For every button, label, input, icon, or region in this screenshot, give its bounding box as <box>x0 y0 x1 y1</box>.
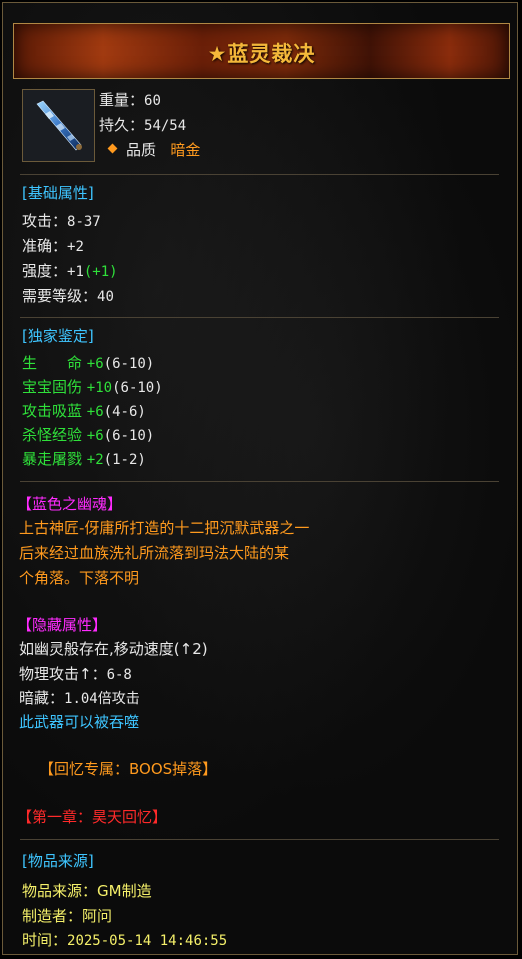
lore-title: 【蓝色之幽魂】 <box>17 495 123 513</box>
source-section-title: [物品来源] <box>22 852 94 870</box>
chapter-note: 【第一章：昊天回忆】 <box>17 808 168 826</box>
strength-bonus: (+1) <box>83 264 118 280</box>
lore-line: 后来经过血族洗礼所流落到玛法大陆的某 <box>19 544 290 562</box>
source-value: GM制造 <box>97 882 152 900</box>
time-row: 时间：2025-05-14 14:46:55 <box>22 929 227 950</box>
source-label: 物品来源： <box>22 882 98 900</box>
memory-note: 【回忆专属：BOOS掉落】 <box>39 760 218 778</box>
durability-label: 持久： <box>99 116 145 134</box>
divider <box>20 481 499 482</box>
durability-row: 持久：54/54 <box>99 114 186 135</box>
source-row: 物品来源：GM制造 <box>22 880 152 901</box>
maker-row: 制造者：阿问 <box>22 905 112 926</box>
hidden-label: 暗藏： <box>19 689 65 707</box>
attack-label: 攻击： <box>22 212 68 230</box>
exclusive-section-title: [独家鉴定] <box>22 327 94 345</box>
exclusive-row: 暴走屠戮 +2(1-2) <box>22 448 146 469</box>
weight-label: 重量： <box>99 91 145 109</box>
accuracy-label: 准确： <box>22 237 68 255</box>
time-label: 时间： <box>22 931 68 949</box>
exclusive-value: +6 <box>86 356 104 372</box>
strength-label: 强度： <box>22 262 68 280</box>
exclusive-range: (6-10) <box>112 380 163 396</box>
hidden-value: 6-8 <box>106 667 132 683</box>
quality-label: 品质 <box>126 141 157 159</box>
exclusive-range: (1-2) <box>103 452 146 468</box>
strength-value: +1 <box>67 264 84 280</box>
diamond-icon <box>107 143 118 154</box>
level-label: 需要等级： <box>22 287 98 305</box>
level-row: 需要等级：40 <box>22 285 114 306</box>
accuracy-value: +2 <box>67 239 84 255</box>
blue-sword-icon <box>22 89 95 162</box>
exclusive-row: 生 命 +6(6-10) <box>22 352 154 373</box>
hidden-line: 此武器可以被吞噬 <box>19 713 140 731</box>
exclusive-value: +6 <box>86 404 104 420</box>
accuracy-row: 准确：+2 <box>22 235 84 256</box>
maker-value: 阿问 <box>82 907 113 925</box>
time-value: 2025-05-14 14:46:55 <box>67 933 228 949</box>
exclusive-value: +10 <box>86 380 113 396</box>
exclusive-row: 杀怪经验 +6(6-10) <box>22 424 154 445</box>
hidden-label: 物理攻击↑： <box>19 665 107 683</box>
quality-value: 暗金 <box>170 141 201 159</box>
hidden-line: 暗藏：1.04倍攻击 <box>19 687 140 708</box>
exclusive-row: 攻击吸蓝 +6(4-6) <box>22 400 146 421</box>
hidden-value: 1.04倍攻击 <box>64 691 140 707</box>
exclusive-range: (4-6) <box>103 404 146 420</box>
weight-value: 60 <box>144 93 161 109</box>
exclusive-range: (6-10) <box>103 428 155 444</box>
exclusive-row: 宝宝固伤 +10(6-10) <box>22 376 163 397</box>
exclusive-label: 生 命 <box>22 354 83 372</box>
exclusive-range: (6-10) <box>103 356 155 372</box>
attack-row: 攻击：8-37 <box>22 210 101 231</box>
lore-line: 上古神匠-伢庸所打造的十二把沉默武器之一 <box>19 519 310 537</box>
level-value: 40 <box>97 289 114 305</box>
lore-line: 个角落。下落不明 <box>19 569 140 587</box>
strength-row: 强度：+1(+1) <box>22 260 118 281</box>
maker-label: 制造者： <box>22 907 83 925</box>
hidden-section-title: 【隐藏属性】 <box>17 616 108 634</box>
tooltip-header: ★蓝灵裁决 <box>13 23 510 79</box>
item-tooltip: ★蓝灵裁决 重量：60 持久：54/54 品质 暗金 [基础属性] 攻击：8-3… <box>2 2 518 955</box>
exclusive-label: 宝宝固伤 <box>22 378 83 396</box>
exclusive-label: 攻击吸蓝 <box>22 402 83 420</box>
hidden-line: 物理攻击↑：6-8 <box>19 663 132 684</box>
exclusive-label: 杀怪经验 <box>22 426 83 444</box>
weight-row: 重量：60 <box>99 89 161 110</box>
exclusive-value: +6 <box>86 428 104 444</box>
exclusive-label: 暴走屠戮 <box>22 450 83 468</box>
attack-value: 8-37 <box>67 214 101 230</box>
divider <box>20 317 499 318</box>
exclusive-value: +2 <box>86 452 104 468</box>
quality-row: 品质 暗金 <box>107 139 201 160</box>
hidden-line: 如幽灵般存在,移动速度(↑2) <box>19 640 208 658</box>
item-name: ★蓝灵裁决 <box>207 42 316 66</box>
divider <box>20 839 499 840</box>
durability-value: 54/54 <box>144 118 187 134</box>
basic-section-title: [基础属性] <box>22 184 94 202</box>
divider <box>20 174 499 175</box>
